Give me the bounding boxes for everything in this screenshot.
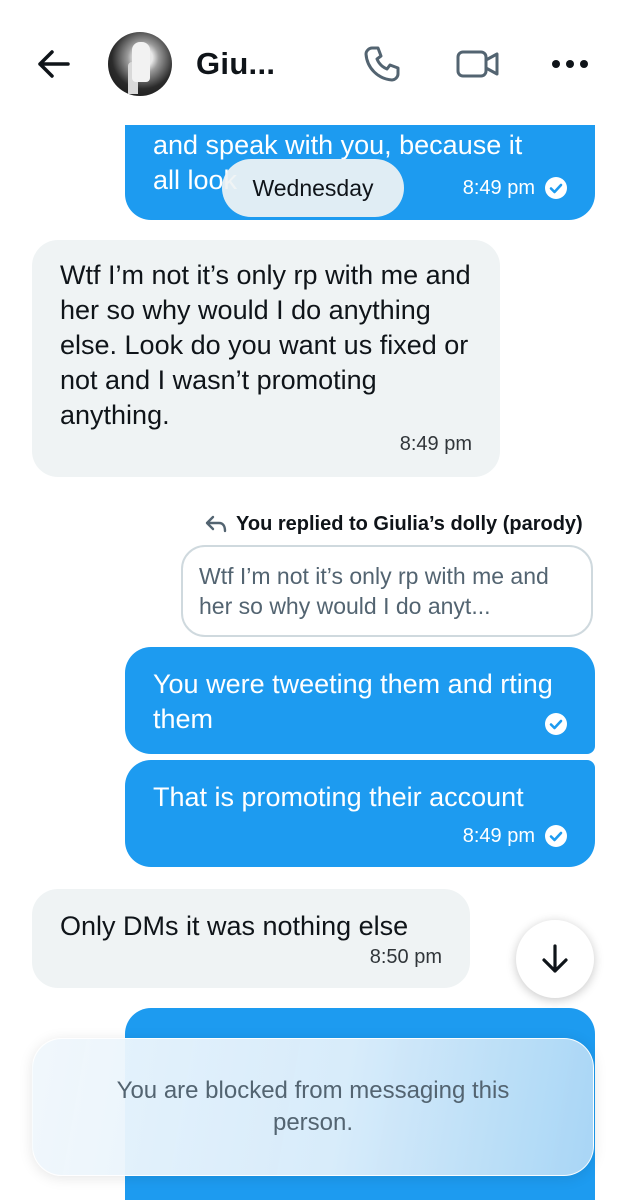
message-meta: 8:50 pm — [370, 945, 442, 969]
message-bubble-received[interactable]: Only DMs it was nothing else 8:50 pm — [32, 889, 470, 988]
video-camera-icon — [456, 50, 499, 78]
message-time: 8:49 pm — [462, 177, 535, 199]
message-text: Only DMs it was nothing else — [60, 911, 409, 941]
reply-arrow-icon — [205, 515, 227, 533]
message-text: Wtf I’m not it’s only rp with me and her… — [60, 260, 479, 430]
blocked-notice: You are blocked from messaging this pers… — [32, 1038, 594, 1176]
scroll-to-bottom-button[interactable] — [516, 920, 594, 998]
read-check-icon — [545, 713, 567, 735]
arrow-down-icon — [542, 944, 568, 973]
more-options-button[interactable] — [548, 42, 592, 86]
message-meta — [545, 713, 567, 735]
contact-name[interactable]: Giu... — [196, 44, 275, 84]
quoted-message[interactable]: Wtf I’m not it’s only rp with me and her… — [181, 545, 593, 637]
message-text: You were tweeting them and rting them — [153, 669, 561, 734]
back-button[interactable] — [32, 44, 76, 84]
message-bubble-sent[interactable]: That is promoting their account 8:49 pm — [125, 760, 595, 867]
message-meta: 8:49 pm — [400, 432, 472, 456]
phone-icon — [364, 46, 400, 82]
message-meta: 8:49 pm — [463, 824, 567, 848]
message-meta: 8:49 pm — [463, 176, 567, 200]
avatar[interactable] — [108, 32, 172, 96]
more-horizontal-icon — [552, 60, 588, 68]
call-button[interactable] — [360, 42, 404, 86]
message-bubble-sent[interactable]: You were tweeting them and rting them — [125, 647, 595, 754]
reply-context-label: You replied to Giulia’s dolly (parody) — [204, 510, 583, 538]
day-separator: Wednesday — [222, 159, 404, 217]
arrow-left-icon — [38, 50, 70, 78]
read-check-icon — [545, 177, 567, 199]
message-time: 8:49 pm — [462, 825, 535, 847]
message-time: 8:49 pm — [399, 433, 472, 455]
message-text: That is promoting their account — [153, 782, 524, 812]
reply-label-text: You replied to Giulia’s dolly (parody) — [236, 513, 583, 535]
message-bubble-received[interactable]: Wtf I’m not it’s only rp with me and her… — [32, 240, 500, 477]
read-check-icon — [545, 825, 567, 847]
video-call-button[interactable] — [454, 42, 499, 86]
conversation-header: Giu... — [0, 0, 625, 125]
message-time: 8:50 pm — [369, 946, 442, 968]
